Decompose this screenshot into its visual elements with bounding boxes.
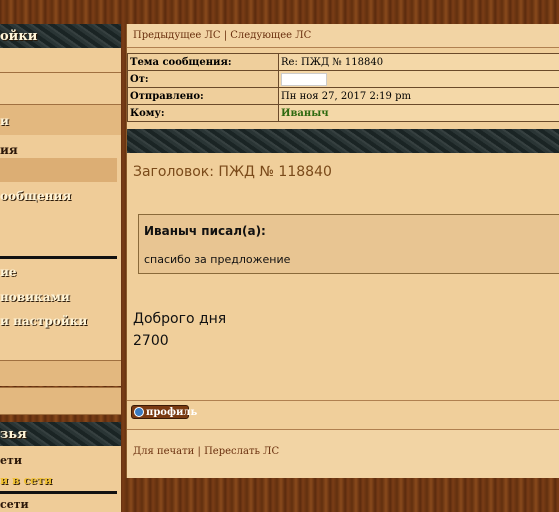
sent-value: Пн ноя 27, 2017 2:19 pm [278, 87, 559, 105]
sender-name-redacted [281, 72, 327, 86]
friends-online-label[interactable]: ети [0, 454, 120, 467]
profile-button[interactable]: профиль [131, 405, 197, 419]
nav-separator: | [223, 30, 228, 41]
quote-author: Иваныч писал(а): [144, 224, 266, 238]
prev-message-link[interactable]: Предыдущее ЛС [133, 30, 221, 41]
top-wood-strip [0, 0, 559, 24]
from-value [278, 70, 559, 88]
message-body: Доброго дня 2700 [133, 308, 226, 352]
message-body-line: 2700 [133, 333, 169, 349]
subject-label: Тема сообщения: [127, 53, 279, 71]
subject-value: Re: ПЖД № 118840 [278, 53, 559, 71]
next-message-link[interactable]: Следующее ЛС [230, 30, 311, 41]
to-value[interactable]: Иваныч [278, 104, 559, 122]
sidebar-header-friends: зья [0, 422, 121, 446]
sidebar-divider-thick [0, 256, 117, 259]
sidebar-footer-bar [0, 387, 121, 415]
sidebar-item-1[interactable]: ия [0, 143, 120, 157]
sidebar-header-settings: ойки [0, 24, 121, 48]
sidebar-item-2[interactable]: ообщения [0, 189, 120, 203]
friends-online-list[interactable]: и в сети [0, 474, 120, 487]
quote-block: Иваныч писал(а): спасибо за предложение [138, 214, 559, 274]
sidebar-divider [0, 72, 121, 73]
quote-text: спасибо за предложение [144, 253, 291, 266]
sidebar: ойки и ия ообщения ие новиками и настрой… [0, 24, 121, 512]
sidebar-item-0[interactable]: и [0, 114, 120, 128]
from-label: От: [127, 70, 279, 88]
sidebar-item-4[interactable]: новиками [0, 290, 120, 304]
sidebar-divider-thick [0, 491, 117, 494]
bottom-actions: Для печати | Переслать ЛС [127, 429, 559, 478]
profile-button-label: профиль [146, 407, 198, 418]
sidebar-item-3[interactable]: ие [0, 265, 120, 279]
forward-link[interactable]: Переслать ЛС [204, 446, 279, 457]
to-label: Кому: [127, 104, 279, 122]
print-link[interactable]: Для печати [133, 446, 194, 457]
friends-offline-label[interactable]: сети [0, 498, 120, 511]
sidebar-item-5[interactable]: и настройки [0, 314, 120, 328]
top-nav: Предыдущее ЛС | Следующее ЛС [127, 24, 559, 48]
message-body-line: Доброго дня [133, 311, 227, 327]
sent-label: Отправлено: [127, 87, 279, 105]
sidebar-header-label: ойки [0, 29, 38, 44]
action-separator: | [197, 446, 201, 457]
profile-icon [134, 407, 144, 417]
divider [127, 400, 559, 401]
sidebar-footer-bar [0, 360, 121, 386]
message-panel: Предыдущее ЛС | Следующее ЛС Тема сообще… [126, 24, 559, 478]
message-header-table: Тема сообщения: Re: ПЖД № 118840 От: Отп… [127, 53, 559, 122]
message-title: Заголовок: ПЖД № 118840 [133, 164, 332, 180]
sidebar-item-selected[interactable] [0, 158, 117, 182]
sidebar-header-label: зья [0, 427, 27, 442]
header-separator [127, 129, 559, 153]
sidebar-panel [0, 48, 121, 385]
